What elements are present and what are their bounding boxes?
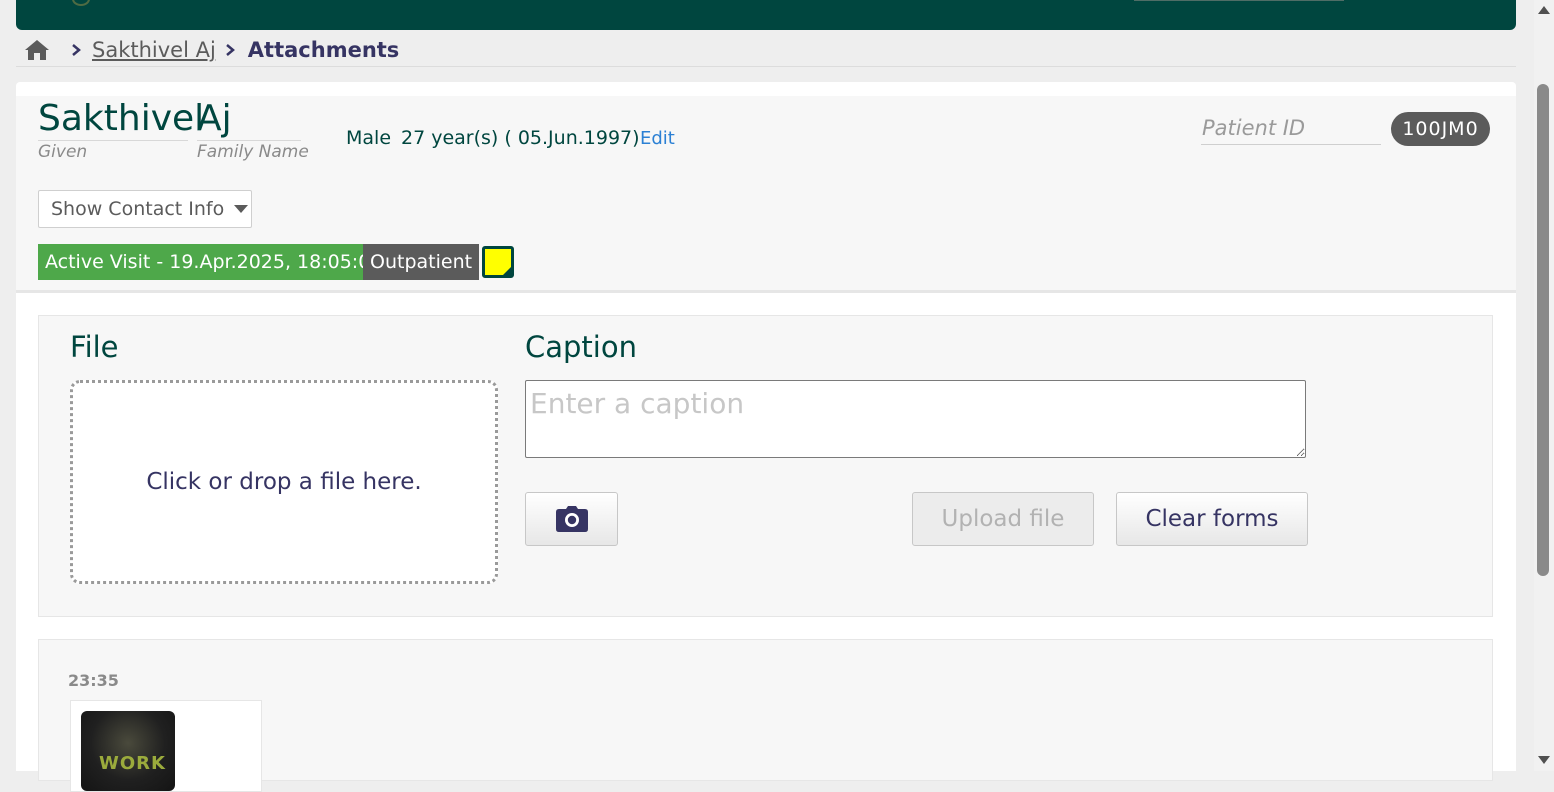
breadcrumb-divider — [16, 66, 1516, 67]
given-underline — [38, 140, 188, 141]
camera-icon — [555, 506, 588, 532]
patient-header: Sakthivel Aj Given Family Name Male 27 ye… — [16, 96, 1516, 293]
chevron-right-icon — [72, 44, 81, 56]
active-visit-badge[interactable]: Active Visit - 19.Apr.2025, 18:05:06 — [38, 244, 390, 280]
caret-down-icon — [234, 205, 249, 213]
patient-age-birthdate: 27 year(s) ( 05.Jun.1997) — [401, 127, 640, 149]
patient-id-badge: 100JM0 — [1391, 112, 1490, 146]
camera-button[interactable] — [525, 492, 618, 546]
main-panel: Sakthivel Aj Given Family Name Male 27 ye… — [16, 82, 1516, 792]
patient-id-underline — [1201, 144, 1381, 145]
dropzone-text: Click or drop a file here. — [146, 469, 422, 495]
logo-icon — [72, 0, 90, 6]
page-scrollbar[interactable] — [1534, 0, 1554, 771]
given-label: Given — [38, 142, 88, 162]
breadcrumb: Sakthivel Aj Attachments — [24, 36, 399, 64]
edit-patient-link[interactable]: Edit — [640, 128, 675, 149]
chevron-right-icon — [225, 44, 235, 56]
patient-gender: Male — [346, 127, 392, 149]
breadcrumb-patient-link[interactable]: Sakthivel Aj — [92, 38, 216, 62]
scroll-up-arrow-icon[interactable] — [1538, 6, 1550, 14]
family-underline — [197, 140, 301, 141]
top-header-bar — [16, 0, 1516, 30]
file-section-title: File — [70, 330, 119, 364]
file-dropzone[interactable]: Click or drop a file here. — [70, 380, 498, 584]
patient-given-name: Sakthivel — [38, 98, 205, 139]
attachment-item[interactable]: WORK — [70, 700, 262, 792]
patient-id-label: Patient ID — [1202, 116, 1306, 140]
sticky-note-icon[interactable] — [482, 246, 514, 278]
header-divider — [1134, 0, 1344, 1]
caption-input[interactable] — [525, 380, 1306, 458]
upload-form: File Caption Click or drop a file here. … — [38, 315, 1493, 617]
show-contact-info-label: Show Contact Info — [51, 198, 225, 220]
attachment-time: 23:35 — [68, 671, 119, 690]
home-icon[interactable] — [24, 38, 50, 62]
patient-family-name: Aj — [197, 98, 232, 139]
attachment-thumbnail[interactable]: WORK — [81, 711, 175, 791]
scrollbar-thumb[interactable] — [1537, 84, 1549, 576]
show-contact-info-button[interactable]: Show Contact Info — [38, 190, 252, 228]
scroll-down-arrow-icon[interactable] — [1538, 756, 1550, 764]
breadcrumb-current: Attachments — [247, 38, 400, 62]
clear-forms-button[interactable]: Clear forms — [1116, 492, 1308, 546]
upload-file-button[interactable]: Upload file — [912, 492, 1094, 546]
attachments-list: 23:35 WORK — [38, 639, 1493, 792]
visit-type-badge: Outpatient — [363, 244, 480, 280]
caption-section-title: Caption — [525, 330, 637, 364]
family-name-label: Family Name — [197, 142, 309, 162]
patient-demographics: Male 27 year(s) ( 05.Jun.1997) — [346, 127, 650, 149]
